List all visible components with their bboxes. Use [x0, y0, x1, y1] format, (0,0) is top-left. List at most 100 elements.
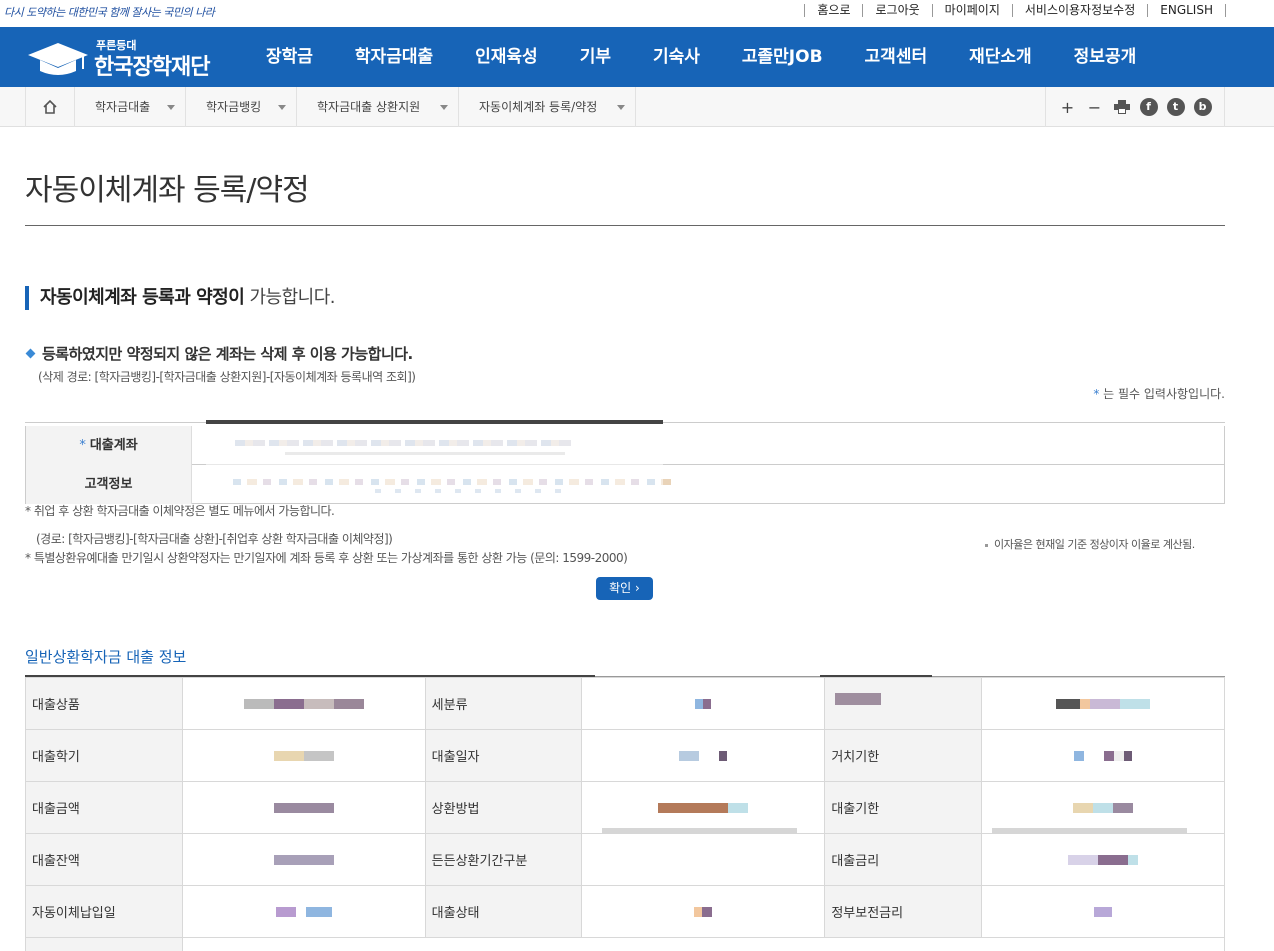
nav-about[interactable]: 재단소개 — [948, 27, 1053, 87]
print-icon[interactable] — [1113, 98, 1131, 116]
chevron-down-icon — [617, 105, 625, 110]
loan-semester-label: 대출학기 — [25, 729, 183, 782]
home-icon — [43, 99, 57, 114]
breadcrumb-label: 학자금대출 상환지원 — [317, 100, 421, 114]
home-button[interactable] — [25, 87, 75, 127]
account-label: * 대출계좌 — [25, 426, 192, 465]
zoom-out-icon[interactable]: − — [1086, 98, 1104, 117]
chevron-down-icon — [167, 105, 175, 110]
repay-method-value — [581, 781, 826, 834]
slogan: 다시 도약하는 대한민국 함께 잘사는 국민의 나라 — [4, 6, 215, 19]
mypage-link[interactable]: 마이페이지 — [931, 4, 1012, 17]
page-tools: + − f t b — [1045, 87, 1225, 127]
repay-method-label: 상환방법 — [424, 781, 583, 834]
loan-info-title: 일반상환학자금 대출 정보 — [25, 648, 187, 666]
required-hint: * 는 필수 입력사항입니다. — [1093, 385, 1225, 402]
note-special-deferment: * 특별상환유예대출 만기일시 상환약정자는 만기일자에 계좌 등록 후 상환 … — [25, 551, 628, 565]
loan-semester-value — [181, 729, 426, 782]
gov-subsidy-rate-label: 정부보전금리 — [824, 885, 983, 938]
logo-name: 한국장학재단 — [94, 55, 210, 80]
table-row: 대출학기 대출일자 거치기한 — [25, 729, 1225, 782]
global-header: 푸른등대 한국장학재단 장학금 학자금대출 인재육성 기부 기숙사 고졸만JOB… — [0, 27, 1274, 87]
chevron-down-icon — [440, 105, 448, 110]
redaction-wash — [206, 426, 663, 500]
chevron-down-icon — [278, 105, 286, 110]
note-employment-repay: * 취업 후 상환 학자금대출 이체약정은 별도 메뉴에서 가능합니다. — [25, 504, 335, 518]
nav-student-loan[interactable]: 학자금대출 — [334, 27, 454, 87]
loan-balance-label: 대출잔액 — [25, 833, 183, 886]
required-text: 는 필수 입력사항입니다. — [1099, 387, 1225, 401]
loan-date-label: 대출일자 — [424, 729, 583, 782]
page-title: 자동이체계좌 등록/약정 — [25, 173, 310, 208]
utility-links: 홈으로 로그아웃 마이페이지 서비스이용자정보수정 ENGLISH — [804, 4, 1226, 17]
nav-scholarship[interactable]: 장학금 — [245, 27, 334, 87]
loan-amount-label: 대출금액 — [25, 781, 183, 834]
loan-product-value — [181, 677, 426, 730]
loan-status-label: 대출상태 — [424, 885, 583, 938]
table-row: 자동이체납입일 대출상태 정부보전금리 — [25, 885, 1225, 938]
unlabeled-header-cell — [824, 677, 983, 730]
facebook-icon[interactable]: f — [1139, 98, 1158, 116]
nav-donation[interactable]: 기부 — [559, 27, 632, 87]
english-link[interactable]: ENGLISH — [1147, 4, 1226, 17]
breadcrumb-label: 자동이체계좌 등록/약정 — [479, 100, 598, 114]
confirm-label: 확인 — [609, 581, 632, 595]
table-row: 대출잔액 든든상환기간구분 대출금리 — [25, 833, 1225, 886]
repay-period-type-label: 든든상환기간구분 — [424, 833, 583, 886]
breadcrumb-item-repay-support[interactable]: 학자금대출 상환지원 — [297, 87, 459, 127]
loan-term-value — [981, 781, 1225, 834]
autotransfer-date-value — [181, 885, 426, 938]
home-link[interactable]: 홈으로 — [804, 4, 862, 17]
graduation-cap-icon — [28, 43, 88, 75]
required-star: * — [79, 438, 86, 453]
section-heading: 자동이체계좌 등록과 약정이 가능합니다. — [25, 286, 336, 310]
loan-status-value — [581, 885, 826, 938]
loan-date-value — [581, 729, 826, 782]
table-row: 대출상품 세분류 — [25, 677, 1225, 730]
subcategory-label: 세분류 — [424, 677, 583, 730]
section-heading-bold: 자동이체계좌 등록과 약정이 — [40, 287, 245, 308]
nav-job[interactable]: 고졸만JOB — [721, 27, 844, 87]
zoom-in-icon[interactable]: + — [1059, 98, 1077, 117]
repay-period-type-value — [581, 833, 826, 886]
logout-link[interactable]: 로그아웃 — [862, 4, 931, 17]
loan-rate-value — [981, 833, 1225, 886]
title-divider — [25, 225, 1225, 226]
blog-icon[interactable]: b — [1193, 98, 1212, 116]
grace-period-label: 거치기한 — [824, 729, 983, 782]
grace-period-value — [981, 729, 1225, 782]
utility-bar: 다시 도약하는 대한민국 함께 잘사는 국민의 나라 홈으로 로그아웃 마이페이… — [0, 0, 1274, 27]
breadcrumb-item-banking[interactable]: 학자금뱅킹 — [186, 87, 297, 127]
breadcrumb-item-student-loan[interactable]: 학자금대출 — [75, 87, 186, 127]
autotransfer-date-label: 자동이체납입일 — [25, 885, 183, 938]
breadcrumb: 학자금대출 학자금뱅킹 학자금대출 상환지원 자동이체계좌 등록/약정 + − … — [0, 87, 1274, 127]
loan-info-table: 대출상품 세분류 대출학기 대출일자 거치기한 대출금액 상환방법 대출기한 대… — [25, 677, 1226, 951]
customer-label: 고객정보 — [25, 465, 192, 504]
note-interest-rate: 이자율은 현재일 기준 정상이자 이율로 계산됨. — [985, 536, 1195, 552]
nav-customer-center[interactable]: 고객센터 — [844, 27, 949, 87]
table-row: 대출금액 상환방법 대출기한 — [25, 781, 1225, 834]
twitter-icon[interactable]: t — [1166, 98, 1185, 116]
global-nav: 장학금 학자금대출 인재육성 기부 기숙사 고졸만JOB 고객센터 재단소개 정… — [245, 27, 1157, 87]
empty-value — [181, 937, 1226, 951]
subcategory-value — [581, 677, 826, 730]
nav-dormitory[interactable]: 기숙사 — [632, 27, 721, 87]
unlabeled-value — [981, 677, 1225, 730]
breadcrumb-item-autotransfer[interactable]: 자동이체계좌 등록/약정 — [459, 87, 636, 127]
delete-path: (삭제 경로: [학자금뱅킹]-[학자금대출 상환지원]-[자동이체계좌 등록내… — [38, 370, 416, 384]
empty-label — [25, 937, 183, 951]
loan-rate-label: 대출금리 — [824, 833, 983, 886]
breadcrumb-label: 학자금대출 — [95, 100, 151, 114]
kosaf-logo[interactable]: 푸른등대 한국장학재단 — [26, 35, 226, 81]
nav-disclosure[interactable]: 정보공개 — [1053, 27, 1158, 87]
edit-user-info-link[interactable]: 서비스이용자정보수정 — [1011, 4, 1147, 17]
diamond-bullet-icon — [25, 348, 36, 358]
confirm-button[interactable]: 확인 › — [596, 577, 653, 600]
delete-notice: 등록하였지만 약정되지 않은 계좌는 삭제 후 이용 가능합니다. — [25, 343, 413, 364]
breadcrumb-label: 학자금뱅킹 — [206, 100, 262, 114]
loan-term-label: 대출기한 — [824, 781, 983, 834]
form-top-border-accent — [206, 420, 663, 424]
note-employment-path: (경로: [학자금뱅킹]-[학자금대출 상환]-[취업후 상환 학자금대출 이체… — [36, 532, 393, 546]
table-row — [25, 937, 1226, 951]
nav-talent[interactable]: 인재육성 — [454, 27, 559, 87]
